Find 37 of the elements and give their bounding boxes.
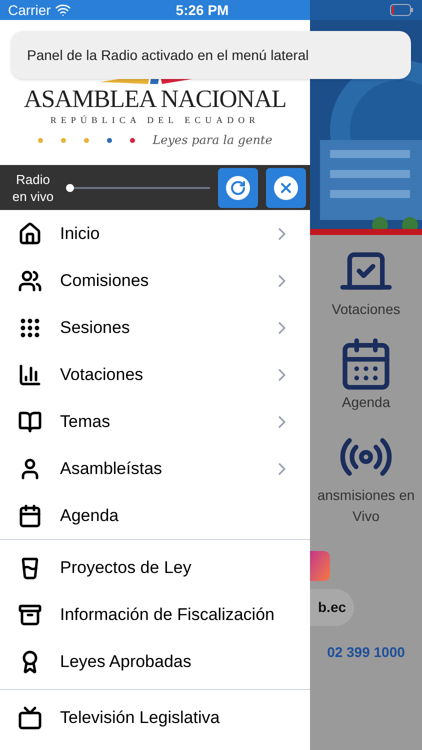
website-link[interactable]: b.ec bbox=[310, 589, 354, 626]
logo-title: ASAMBLEA NACIONAL bbox=[24, 86, 286, 114]
menu-label: Sesiones bbox=[60, 316, 131, 339]
radio-label: Radio en vivo bbox=[11, 170, 55, 204]
menu-label: Votaciones bbox=[60, 364, 144, 386]
tile-label: ansmisiones en Vivo bbox=[316, 486, 416, 526]
refresh-button[interactable] bbox=[218, 168, 258, 208]
wifi-icon bbox=[54, 2, 71, 18]
calendar-icon bbox=[18, 504, 42, 528]
carrier-text: Carrier bbox=[8, 0, 51, 20]
refresh-icon bbox=[230, 180, 246, 196]
volume-slider[interactable] bbox=[66, 182, 210, 194]
menu-label: Temas bbox=[60, 410, 112, 433]
menu-label: Proyectos de Ley bbox=[60, 556, 192, 579]
clock-text: 5:26 PM bbox=[176, 0, 229, 20]
house-icon bbox=[18, 222, 42, 246]
menu-label: Inicio bbox=[60, 222, 101, 245]
menu-label: Televisión Legislativa bbox=[60, 706, 221, 729]
tile-label: Votaciones bbox=[330, 300, 402, 319]
tv-icon bbox=[18, 706, 42, 730]
menu-label: Comisiones bbox=[60, 270, 150, 292]
menu-label: Leyes Aprobadas bbox=[60, 650, 192, 673]
logo-tagline: Leyes para la gente bbox=[152, 132, 272, 149]
book-icon bbox=[18, 410, 42, 434]
menu-label: Asambleístas bbox=[60, 458, 164, 480]
close-button[interactable] bbox=[266, 168, 306, 208]
slider-thumb[interactable] bbox=[66, 184, 74, 192]
logo-subtitle: REPÚBLICA DEL ECUADOR bbox=[50, 114, 260, 126]
tile-label: Agenda bbox=[340, 393, 392, 412]
menu-label: Agenda bbox=[60, 504, 120, 527]
instagram-icon bbox=[310, 551, 330, 581]
battery-icon bbox=[390, 4, 414, 16]
bar-chart-icon bbox=[18, 362, 42, 386]
menu-label: Información de Fiscalización bbox=[60, 604, 276, 626]
archive-icon bbox=[18, 602, 42, 626]
toast-message: Panel de la Radio activado en el menú lateral bbox=[27, 46, 309, 64]
people-icon bbox=[18, 268, 42, 292]
